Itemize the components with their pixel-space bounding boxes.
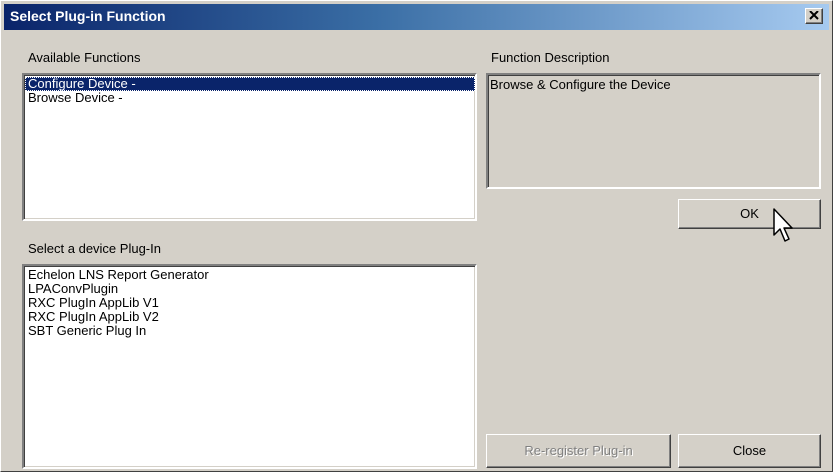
available-functions-label: Available Functions <box>28 50 141 65</box>
function-item[interactable]: Browse Device - <box>25 91 475 105</box>
plugin-item[interactable]: RXC PlugIn AppLib V1 <box>25 296 475 310</box>
title-bar[interactable]: Select Plug-in Function <box>4 4 829 30</box>
plugin-item[interactable]: LPAConvPlugin <box>25 282 475 296</box>
function-description-box: Browse & Configure the Device <box>486 73 821 189</box>
plugin-item[interactable]: RXC PlugIn AppLib V2 <box>25 310 475 324</box>
close-button[interactable]: Close <box>678 434 821 468</box>
close-window-button[interactable] <box>805 8 823 24</box>
function-item[interactable]: Configure Device - <box>25 77 475 91</box>
reregister-plugin-label: Re-register Plug-in <box>524 443 633 458</box>
close-icon <box>809 11 819 20</box>
function-description-text: Browse & Configure the Device <box>490 77 671 92</box>
window-title: Select Plug-in Function <box>10 8 166 24</box>
select-plugin-dialog: Select Plug-in Function Available Functi… <box>0 0 833 472</box>
available-functions-list[interactable]: Configure Device - Browse Device - <box>22 73 477 221</box>
plugin-item[interactable]: Echelon LNS Report Generator <box>25 268 475 282</box>
reregister-plugin-button[interactable]: Re-register Plug-in <box>486 434 671 468</box>
ok-button-label: OK <box>740 206 759 221</box>
ok-button[interactable]: OK <box>678 199 821 229</box>
close-button-label: Close <box>732 443 767 458</box>
device-plugin-list[interactable]: Echelon LNS Report Generator LPAConvPlugi… <box>22 264 477 469</box>
function-description-label: Function Description <box>491 50 610 65</box>
plugin-item[interactable]: SBT Generic Plug In <box>25 324 475 338</box>
select-plugin-label: Select a device Plug-In <box>28 241 161 256</box>
